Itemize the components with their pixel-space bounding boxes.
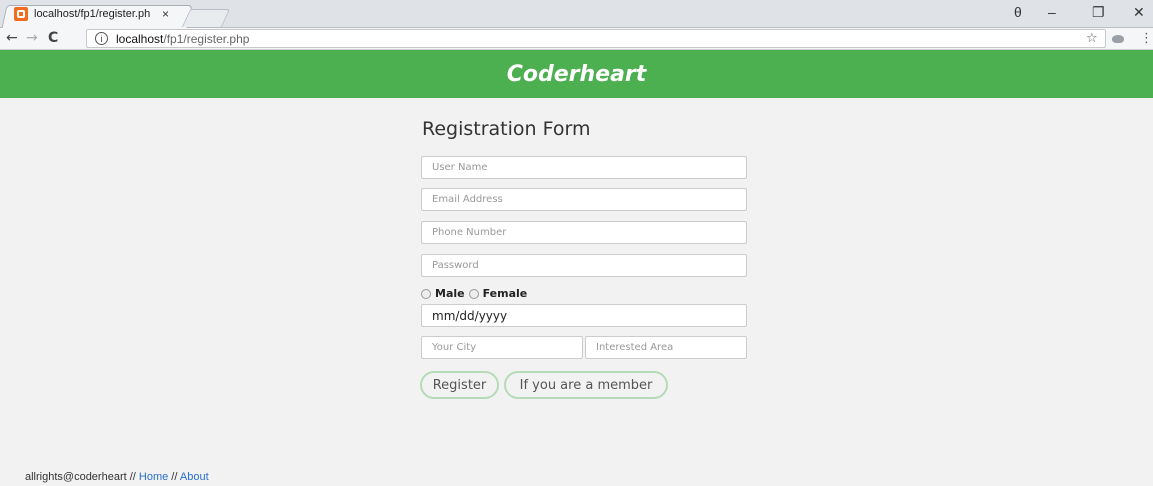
password-input[interactable]: Password <box>421 254 747 277</box>
new-tab-button[interactable] <box>181 9 231 27</box>
date-of-birth-input[interactable]: mm/dd/yyyy <box>421 304 747 327</box>
url-path: /fp1/register.php <box>163 31 250 46</box>
extension-icon[interactable] <box>1112 35 1124 43</box>
register-button[interactable]: Register <box>420 371 499 399</box>
site-title: Coderheart <box>506 61 647 87</box>
site-header: Coderheart <box>0 50 1153 98</box>
gender-group: Male Female <box>421 287 527 300</box>
reload-icon[interactable]: C <box>48 30 58 46</box>
footer-about-link[interactable]: About <box>180 471 209 483</box>
bookmark-star-icon[interactable]: ☆ <box>1086 31 1098 46</box>
browser-tabbar: localhost/fp1/register.ph × θ – ❐ ✕ <box>0 0 1153 28</box>
email-input[interactable]: Email Address <box>421 188 747 211</box>
female-label: Female <box>482 287 528 300</box>
menu-icon[interactable]: ⋮ <box>1140 31 1153 46</box>
footer-home-link[interactable]: Home <box>139 471 168 483</box>
footer-copyright: allrights@coderheart <box>25 471 127 483</box>
male-label: Male <box>435 287 465 300</box>
footer-separator: // <box>126 471 139 483</box>
xampp-favicon-icon <box>14 7 28 21</box>
close-window-button[interactable]: ✕ <box>1133 4 1145 21</box>
info-icon[interactable]: i <box>95 32 108 45</box>
footer: allrights@coderheart // Home // About <box>25 471 209 483</box>
male-radio[interactable] <box>421 288 431 299</box>
city-input[interactable]: Your City <box>421 336 583 359</box>
form-title: Registration Form <box>422 118 591 140</box>
tab-close-icon[interactable]: × <box>162 7 169 21</box>
url-host: localhost <box>116 31 164 46</box>
restore-button[interactable]: ❐ <box>1092 4 1105 21</box>
tab-title: localhost/fp1/register.ph <box>34 8 151 20</box>
back-arrow-icon[interactable]: ← <box>6 30 18 46</box>
minimize-button[interactable]: – <box>1048 4 1056 20</box>
profile-icon[interactable]: θ <box>1014 4 1022 20</box>
browser-toolbar: ← → C i localhost/fp1/register.php ☆ ⋮ <box>0 28 1153 50</box>
forward-arrow-icon[interactable]: → <box>26 30 38 46</box>
username-input[interactable]: User Name <box>421 156 747 179</box>
interested-area-input[interactable]: Interested Area <box>585 336 747 359</box>
browser-tab-content[interactable]: localhost/fp1/register.ph × <box>14 5 184 23</box>
phone-input[interactable]: Phone Number <box>421 221 747 244</box>
footer-separator: // <box>168 471 180 483</box>
address-bar[interactable]: i localhost/fp1/register.php <box>86 29 1106 48</box>
female-radio[interactable] <box>468 288 479 299</box>
member-login-button[interactable]: If you are a member <box>504 371 668 399</box>
